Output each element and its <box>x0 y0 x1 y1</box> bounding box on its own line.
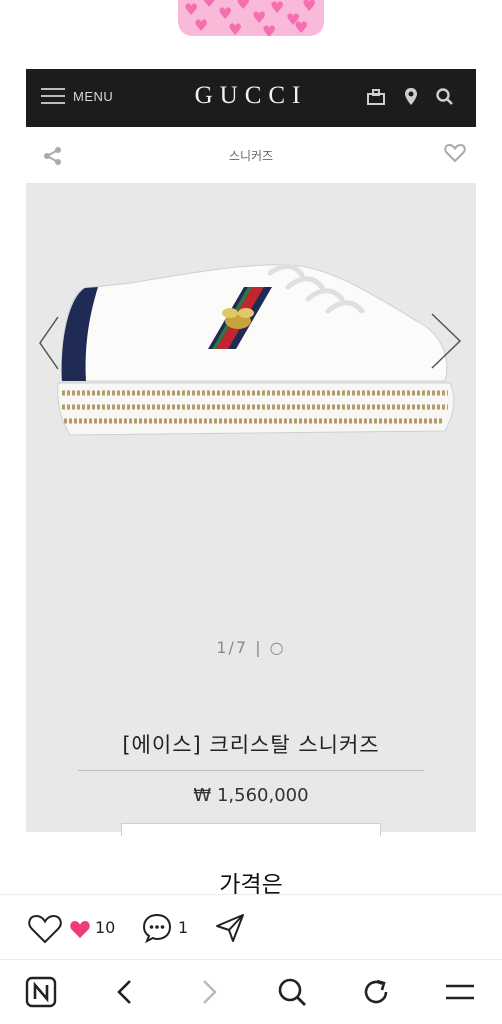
category-title: 스니커즈 <box>228 149 274 163</box>
comment-icon[interactable] <box>141 912 173 944</box>
like-filled-heart-icon <box>70 921 90 938</box>
image-counter: 1/7 | ○ <box>216 638 286 657</box>
search-icon[interactable] <box>434 86 456 108</box>
heart-sticker-image: ♥ ♥ ♥ ♥ ♥ ♥ ♥ ♥ ♥ ♥ ♥ ♥ <box>178 0 324 36</box>
product-image-area: 1/7 | ○ [에이스] 크리스탈 스니커즈 ₩ 1,560,000 <box>26 183 476 836</box>
gucci-header: MENU GUCCI <box>26 69 476 127</box>
location-icon[interactable] <box>400 86 422 108</box>
divider <box>0 894 502 895</box>
like-count[interactable]: 10 <box>95 918 115 937</box>
bag-icon[interactable] <box>365 86 387 108</box>
product-price: ₩ 1,560,000 <box>193 785 309 806</box>
size-select-box <box>121 823 381 836</box>
forward-icon[interactable] <box>190 973 228 1011</box>
divider <box>0 959 502 960</box>
chevron-left-icon[interactable] <box>36 313 60 373</box>
divider <box>78 770 424 771</box>
like-heart-icon[interactable] <box>27 913 63 945</box>
hamburger-icon[interactable] <box>441 973 479 1011</box>
search-icon[interactable] <box>273 973 311 1011</box>
naver-icon[interactable] <box>22 973 60 1011</box>
chevron-right-icon[interactable] <box>428 310 464 372</box>
sneaker-image <box>57 264 455 436</box>
product-name: [에이스] 크리스탈 스니커즈 <box>122 733 380 757</box>
wishlist-heart-icon[interactable] <box>443 141 467 165</box>
send-icon[interactable] <box>213 911 247 945</box>
comment-count[interactable]: 1 <box>178 918 188 937</box>
refresh-icon[interactable] <box>357 973 395 1011</box>
back-icon[interactable] <box>106 973 144 1011</box>
